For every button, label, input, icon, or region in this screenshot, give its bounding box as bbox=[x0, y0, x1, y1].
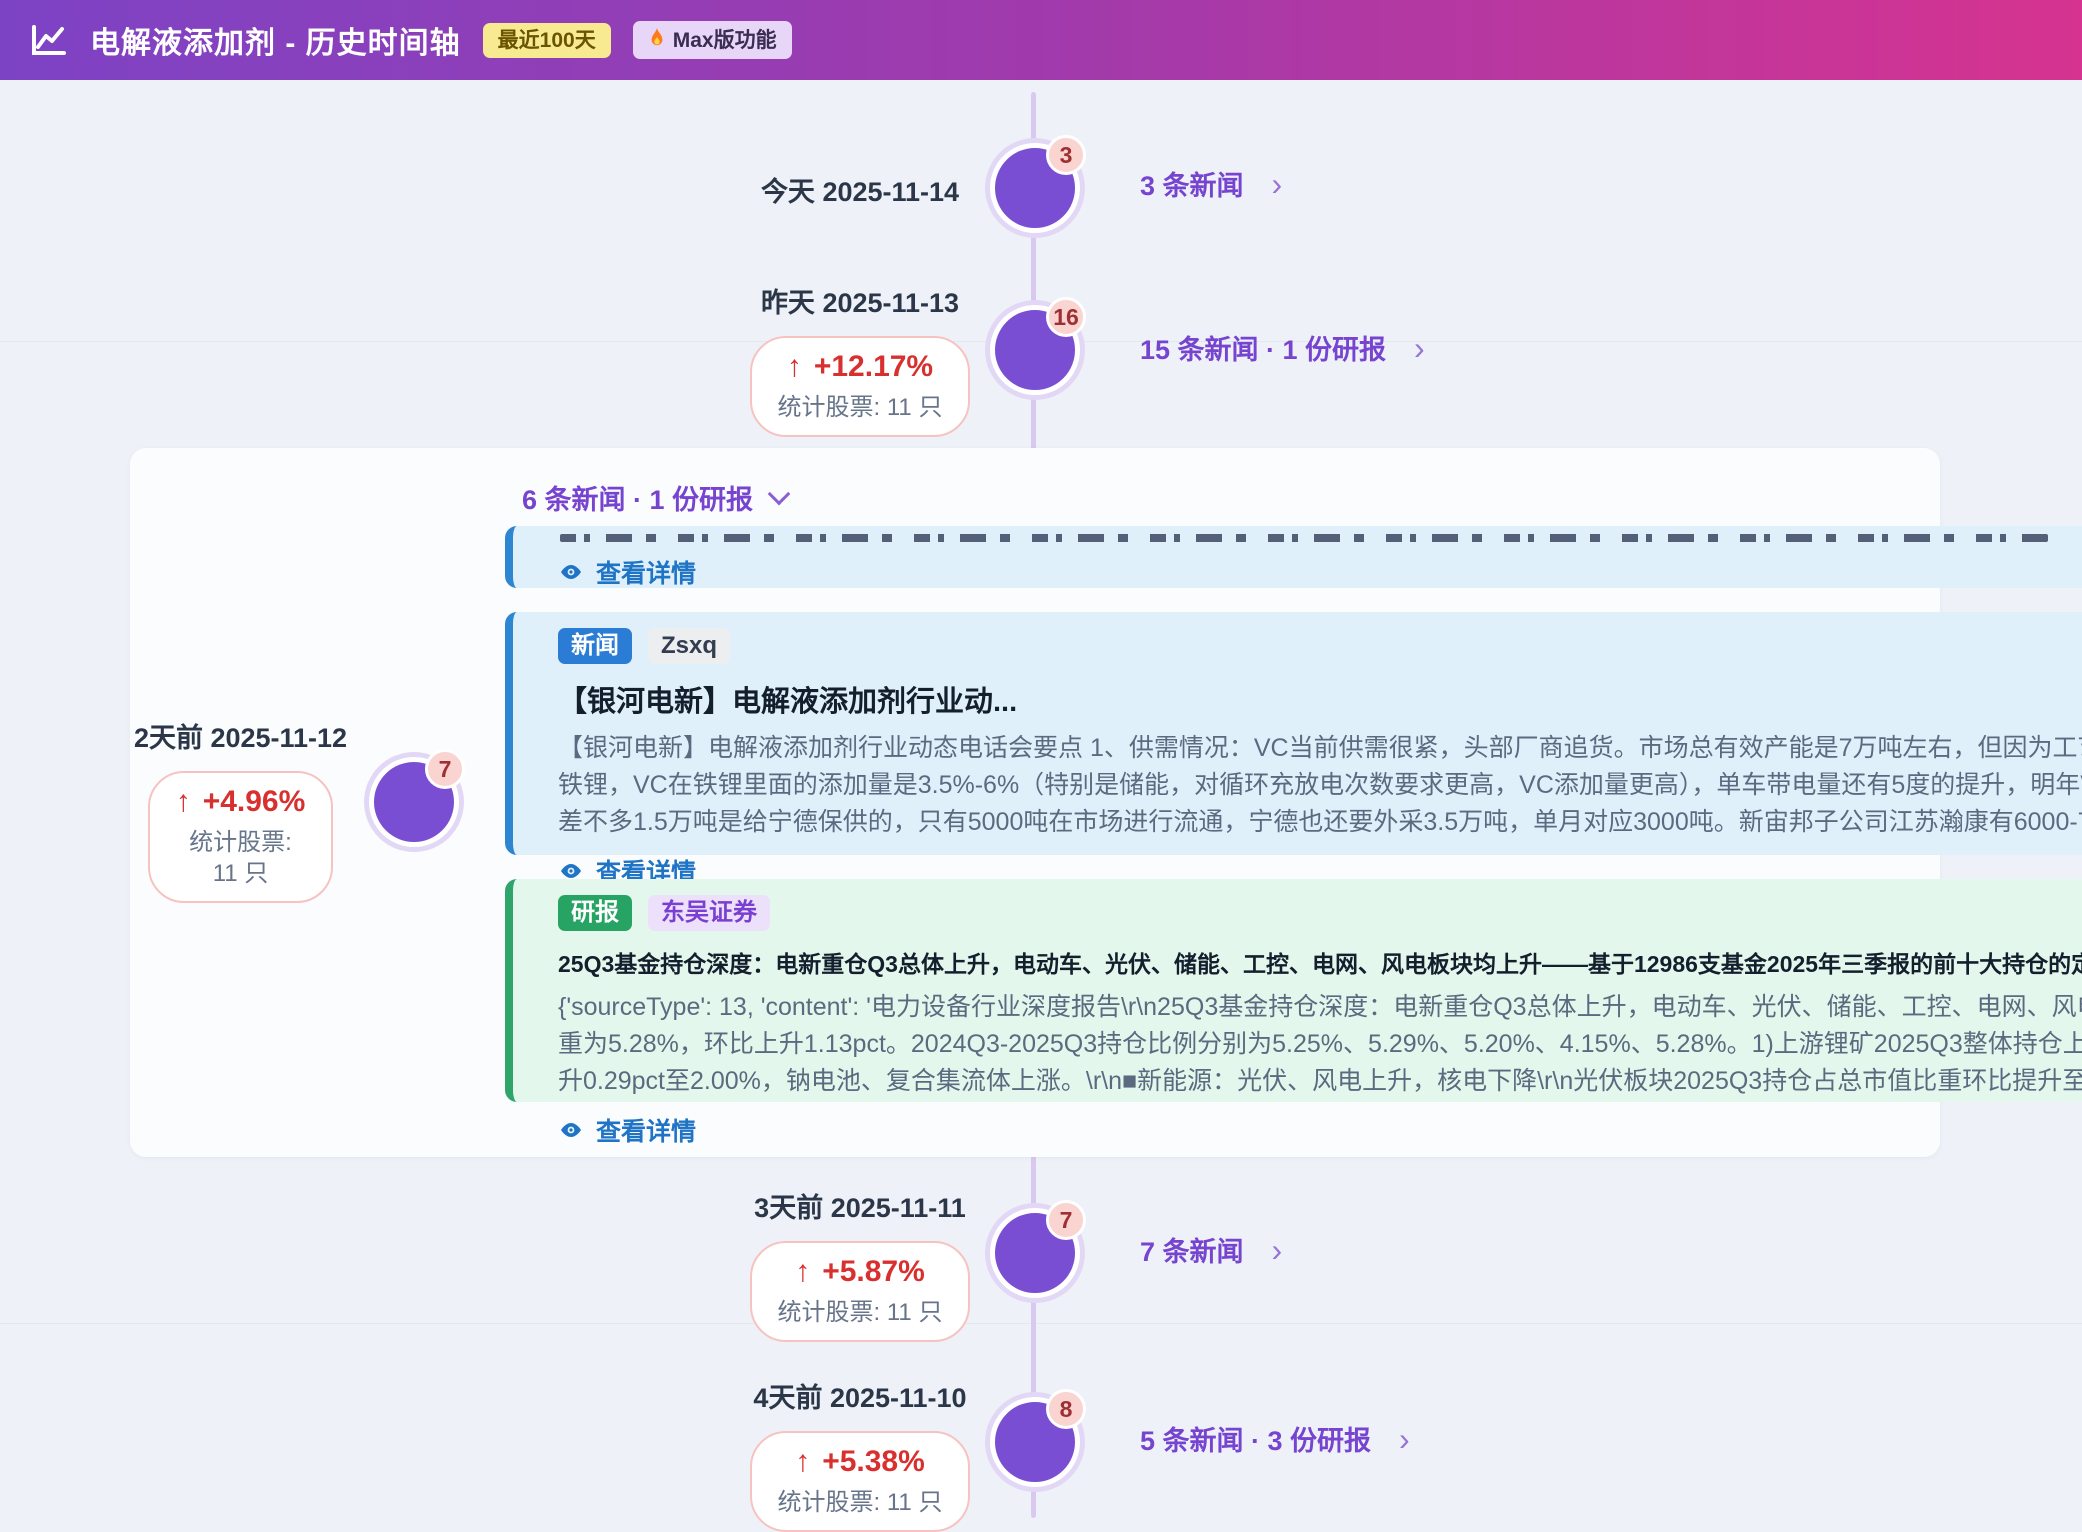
count-badge: 7 bbox=[1046, 1200, 1086, 1240]
card-body: {'sourceType': 13, 'content': '电力设备行业深度报… bbox=[558, 989, 2082, 1100]
date-label: 昨天 2025-11-13 bbox=[761, 281, 959, 320]
change-value: ↑ +12.17% bbox=[778, 350, 943, 384]
count-badge: 3 bbox=[1046, 135, 1086, 175]
eye-icon bbox=[558, 559, 584, 585]
line-chart-icon bbox=[30, 21, 68, 59]
news-summary-link-yesterday[interactable]: 15 条新闻 · 1 份研报 › bbox=[1140, 328, 1425, 367]
chevron-right-icon: › bbox=[1272, 168, 1283, 200]
change-pill: ↑ +4.96% 统计股票: 11 只 bbox=[148, 771, 334, 903]
timeline-row-4daysago-meta: 4天前 2025-11-10 ↑ +5.38% 统计股票: 11 只 bbox=[700, 1376, 1020, 1532]
eye-icon bbox=[558, 1117, 584, 1143]
change-value: ↑ +5.87% bbox=[778, 1255, 943, 1289]
max-feature-badge: Max版功能 bbox=[633, 21, 792, 59]
chevron-right-icon: › bbox=[1272, 1234, 1283, 1266]
stock-count: 统计股票: 11 只 bbox=[778, 1487, 943, 1518]
news-type-badge: 新闻 bbox=[558, 628, 632, 664]
news-card-partial[interactable]: 查看详情 bbox=[505, 526, 2082, 588]
change-pill: ↑ +5.38% 统计股票: 11 只 bbox=[750, 1431, 971, 1532]
range-badge: 最近100天 bbox=[483, 23, 611, 58]
timeline-row-2daysago-meta: 2天前 2025-11-12 ↑ +4.96% 统计股票: 11 只 bbox=[153, 716, 328, 903]
view-details-link[interactable]: 查看详情 bbox=[558, 1112, 2082, 1148]
card-title: 25Q3基金持仓深度：电新重仓Q3总体上升，电动车、光伏、储能、工控、电网、风电… bbox=[558, 945, 2082, 979]
row-divider bbox=[0, 1323, 2082, 1324]
stock-count: 统计股票: 11 只 bbox=[778, 1297, 943, 1328]
change-pill: ↑ +5.87% 统计股票: 11 只 bbox=[750, 1241, 971, 1342]
timeline-row-yesterday-meta: 昨天 2025-11-13 ↑ +12.17% 统计股票: 11 只 bbox=[700, 281, 1020, 437]
up-arrow-icon: ↑ bbox=[176, 785, 191, 819]
source-badge: 东吴证券 bbox=[648, 895, 770, 931]
page-header: 电解液添加剂 - 历史时间轴 最近100天 Max版功能 bbox=[0, 0, 2082, 80]
up-arrow-icon: ↑ bbox=[787, 350, 802, 384]
date-label: 4天前 2025-11-10 bbox=[753, 1376, 966, 1415]
count-badge: 8 bbox=[1046, 1389, 1086, 1429]
date-label: 3天前 2025-11-11 bbox=[754, 1186, 966, 1225]
report-type-badge: 研报 bbox=[558, 895, 632, 931]
date-label: 2天前 2025-11-12 bbox=[134, 716, 347, 755]
chevron-right-icon: › bbox=[1414, 332, 1425, 364]
card-badges: 新闻 Zsxq bbox=[558, 628, 2082, 664]
chevron-down-icon bbox=[768, 482, 791, 505]
change-pill: ↑ +12.17% 统计股票: 11 只 bbox=[750, 336, 971, 437]
card-body: 【银河电新】电解液添加剂行业动态电话会要点 1、供需情况：VC当前供需很紧，头部… bbox=[558, 730, 2082, 841]
up-arrow-icon: ↑ bbox=[795, 1445, 810, 1479]
change-value: ↑ +4.96% bbox=[176, 785, 306, 819]
page-title: 电解液添加剂 - 历史时间轴 bbox=[90, 18, 461, 62]
news-summary-link-today[interactable]: 3 条新闻 › bbox=[1140, 164, 1282, 203]
timeline-row-3daysago-meta: 3天前 2025-11-11 ↑ +5.87% 统计股票: 11 只 bbox=[700, 1186, 1020, 1342]
card-badges: 研报 东吴证券 bbox=[558, 895, 2082, 931]
count-badge: 7 bbox=[425, 749, 465, 789]
source-badge: Zsxq bbox=[648, 628, 730, 664]
panel-summary-toggle[interactable]: 6 条新闻 · 1 份研报 bbox=[522, 478, 787, 517]
clipped-text bbox=[560, 534, 2048, 542]
stock-count: 统计股票: 11 只 bbox=[778, 392, 943, 423]
card-title: 【银河电新】电解液添加剂行业动... bbox=[558, 678, 2082, 720]
chevron-right-icon: › bbox=[1399, 1423, 1410, 1455]
expanded-day-panel: 6 条新闻 · 1 份研报 2天前 2025-11-12 ↑ +4.96% 统计… bbox=[130, 448, 1940, 1157]
report-card[interactable]: 研报 东吴证券 25Q3基金持仓深度：电新重仓Q3总体上升，电动车、光伏、储能、… bbox=[505, 879, 2082, 1102]
news-card[interactable]: 新闻 Zsxq 【银河电新】电解液添加剂行业动... 【银河电新】电解液添加剂行… bbox=[505, 612, 2082, 855]
stock-count: 统计股票: 11 只 bbox=[176, 827, 306, 889]
news-summary-link-4daysago[interactable]: 5 条新闻 · 3 份研报 › bbox=[1140, 1419, 1410, 1458]
timeline-row-today-meta: 今天 2025-11-14 bbox=[700, 170, 1020, 209]
view-details-link[interactable]: 查看详情 bbox=[558, 554, 2082, 590]
date-label: 今天 2025-11-14 bbox=[761, 170, 959, 209]
news-summary-link-3daysago[interactable]: 7 条新闻 › bbox=[1140, 1230, 1282, 1269]
change-value: ↑ +5.38% bbox=[778, 1445, 943, 1479]
flame-icon bbox=[648, 27, 666, 53]
up-arrow-icon: ↑ bbox=[795, 1255, 810, 1289]
count-badge: 16 bbox=[1046, 297, 1086, 337]
